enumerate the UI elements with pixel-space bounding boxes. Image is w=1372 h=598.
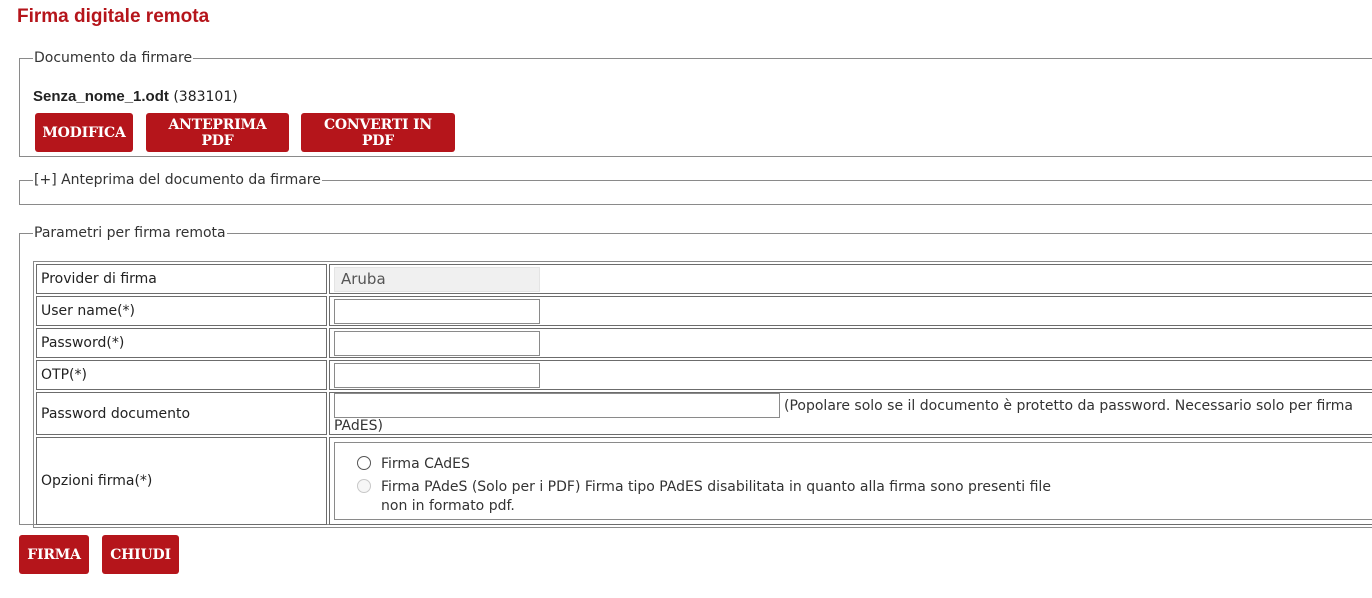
password-label: Password(*)	[36, 328, 327, 358]
anteprima-pdf-button[interactable]: ANTEPRIMA PDF	[146, 113, 289, 152]
params-legend: Parametri per firma remota	[34, 225, 226, 241]
pades-label: Firma PAdeS (Solo per i PDF) Firma tipo …	[381, 479, 1051, 514]
pades-option: Firma PAdeS (Solo per i PDF) Firma tipo …	[357, 478, 1057, 516]
document-file-name: Senza_nome_1.odt	[33, 88, 169, 105]
username-label: User name(*)	[36, 296, 327, 326]
otp-cell	[329, 360, 1372, 390]
doc-password-label: Password documento	[36, 392, 327, 435]
doc-password-input[interactable]	[334, 393, 780, 418]
document-legend: Documento da firmare	[34, 50, 193, 66]
pades-radio	[357, 479, 371, 493]
table-row: Provider di firma	[36, 264, 1372, 294]
table-row: User name(*)	[36, 296, 1372, 326]
password-cell	[329, 328, 1372, 358]
username-cell	[329, 296, 1372, 326]
password-input[interactable]	[334, 330, 540, 356]
page-title: Firma digitale remota	[17, 6, 210, 27]
options-label: Opzioni firma(*)	[36, 437, 327, 525]
document-name: Senza_nome_1.odt (383101)	[33, 88, 238, 105]
converti-pdf-button[interactable]: CONVERTI IN PDF	[301, 113, 455, 152]
table-row: Password(*)	[36, 328, 1372, 358]
chiudi-button[interactable]: CHIUDI	[102, 535, 179, 574]
provider-label: Provider di firma	[36, 264, 327, 294]
document-fieldset: Documento da firmare Senza_nome_1.odt (3…	[19, 50, 1372, 157]
cades-radio[interactable]	[357, 456, 371, 470]
doc-password-cell: (Popolare solo se il documento è protett…	[329, 392, 1372, 435]
otp-label: OTP(*)	[36, 360, 327, 390]
options-cell: Firma CAdES Firma PAdeS (Solo per i PDF)…	[329, 437, 1372, 525]
options-box: Firma CAdES Firma PAdeS (Solo per i PDF)…	[334, 442, 1372, 520]
table-row: Password documento (Popolare solo se il …	[36, 392, 1372, 435]
table-row: OTP(*)	[36, 360, 1372, 390]
firma-button[interactable]: FIRMA	[19, 535, 89, 574]
provider-cell	[329, 264, 1372, 294]
username-input[interactable]	[334, 298, 540, 324]
modifica-button[interactable]: MODIFICA	[35, 113, 133, 152]
otp-input[interactable]	[334, 362, 540, 388]
params-table: Provider di firma User name(*) Password(…	[33, 261, 1372, 528]
table-row: Opzioni firma(*) Firma CAdES Firma PAdeS…	[36, 437, 1372, 525]
cades-option[interactable]: Firma CAdES	[357, 455, 470, 474]
document-file-id: (383101)	[173, 89, 238, 105]
provider-field	[334, 266, 540, 292]
cades-label: Firma CAdES	[381, 456, 470, 472]
preview-fieldset: [+] Anteprima del documento da firmare	[19, 172, 1372, 205]
preview-toggle[interactable]: [+] Anteprima del documento da firmare	[33, 172, 322, 188]
params-fieldset: Parametri per firma remota Provider di f…	[19, 225, 1372, 528]
